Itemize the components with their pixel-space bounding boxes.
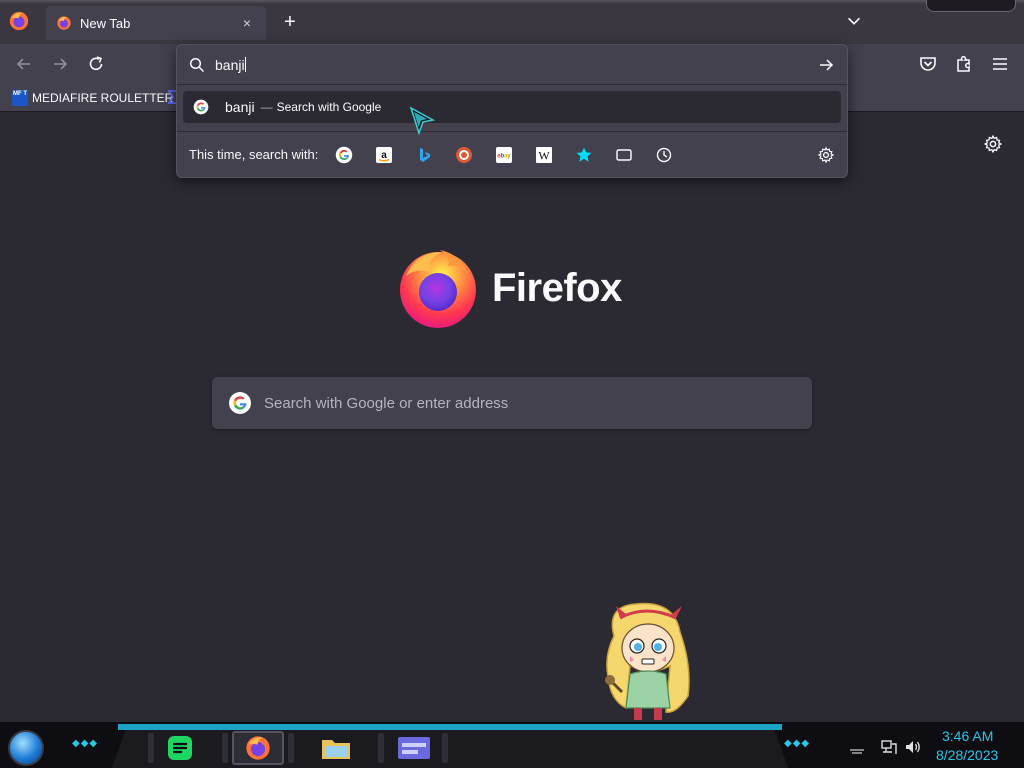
tab-strip: New Tab × + (0, 0, 1024, 44)
urlbar-dropdown: banji banji — Search with Google This ti… (176, 44, 848, 178)
page-settings-gear-icon[interactable] (983, 134, 1003, 154)
wikipedia-icon: W (536, 146, 553, 163)
clock-time[interactable]: 3:46 AM (942, 728, 993, 744)
tab-close-icon[interactable]: × (238, 14, 256, 32)
engine-wikipedia-button[interactable]: W (532, 143, 556, 167)
window-decoration (926, 0, 1016, 12)
taskbar-accent-strip (118, 724, 782, 730)
amazon-icon: a (376, 146, 393, 163)
one-off-search-row: This time, search with: a e b a y W (177, 131, 847, 177)
tabs-icon (616, 148, 633, 161)
mouse-cursor-icon (409, 106, 436, 136)
engine-bookmarks-button[interactable] (572, 143, 596, 167)
urlbar-input[interactable]: banji (177, 45, 847, 85)
bing-icon (420, 147, 431, 162)
tab-title: New Tab (80, 15, 131, 31)
chevron-decoration-icon: ◆◆◆ (72, 738, 99, 749)
svg-text:a: a (382, 150, 388, 161)
chevron-down-icon[interactable] (845, 12, 863, 30)
urlbar-text[interactable]: banji (215, 56, 817, 73)
search-icon (189, 57, 205, 72)
window-manager-icon (398, 737, 430, 759)
engine-duckduckgo-button[interactable] (452, 143, 476, 167)
notes-app-icon (168, 736, 192, 760)
tab-new-tab[interactable]: New Tab × (46, 6, 266, 40)
hamburger-menu-icon[interactable] (990, 54, 1010, 74)
engine-history-button[interactable] (652, 143, 676, 167)
taskbar-separator (288, 733, 294, 763)
google-icon (336, 146, 353, 163)
taskbar-notes-app[interactable] (154, 731, 206, 765)
volume-icon[interactable] (904, 738, 922, 756)
google-g-icon (193, 99, 209, 115)
puzzle-icon[interactable] (954, 54, 974, 74)
suggestion-search-google[interactable]: banji — Search with Google (183, 91, 841, 123)
google-g-icon (229, 392, 251, 414)
start-button[interactable] (8, 730, 44, 766)
engine-tabs-button[interactable] (612, 143, 636, 167)
newtab-search-box[interactable]: Search with Google or enter address (212, 377, 812, 429)
search-placeholder: Search with Google or enter address (264, 394, 509, 412)
bookmark-mediafire-rouletter[interactable]: MF T MEDIAFIRE ROULETTER (12, 90, 173, 106)
clock-date[interactable]: 8/28/2023 (936, 747, 998, 763)
history-clock-icon (657, 147, 672, 162)
star-icon (576, 147, 592, 162)
engine-ebay-button[interactable]: e b a y (492, 143, 516, 167)
mediafire-badge-icon: MF T (12, 90, 28, 106)
suggestion-separator: — (260, 100, 273, 114)
firefox-app-icon (246, 736, 270, 760)
firefox-logo-icon (400, 250, 476, 328)
firefox-wordmark: Firefox (492, 265, 622, 310)
duckduckgo-icon (456, 146, 473, 163)
ebay-icon: e b a y (496, 146, 513, 163)
network-icon[interactable] (880, 738, 898, 756)
taskbar-separator (442, 733, 448, 763)
bookmark-label: MEDIAFIRE ROULETTER (32, 91, 174, 105)
new-tab-button[interactable]: + (280, 12, 300, 32)
engine-bing-button[interactable] (412, 143, 436, 167)
forward-arrow-icon[interactable] (50, 54, 70, 74)
back-arrow-icon[interactable] (14, 54, 34, 74)
reload-icon[interactable] (86, 54, 106, 74)
chevron-decoration-icon: ◆◆◆ (784, 738, 811, 749)
suggestion-term: banji (225, 99, 255, 115)
taskbar-firefox-app[interactable] (232, 731, 284, 765)
firefox-menu-icon[interactable] (8, 10, 30, 32)
svg-text:W: W (539, 148, 551, 162)
engine-google-button[interactable] (332, 143, 356, 167)
firefox-favicon-icon (57, 16, 71, 30)
show-hidden-icons-icon[interactable] (848, 738, 866, 756)
text-caret (244, 56, 246, 72)
one-off-label: This time, search with: (189, 147, 319, 162)
suggestion-action: Search with Google (276, 100, 382, 114)
folder-icon (322, 740, 350, 759)
taskbar-center (112, 730, 788, 768)
taskbar-separator (222, 733, 228, 763)
taskbar-file-explorer-app[interactable] (310, 731, 362, 765)
taskbar-window-manager-app[interactable] (388, 731, 440, 765)
engine-amazon-button[interactable]: a (372, 143, 396, 167)
search-settings-gear-icon[interactable] (817, 146, 835, 164)
firefox-logo: Firefox (396, 246, 622, 330)
cartoon-character-icon (605, 602, 690, 720)
go-arrow-icon[interactable] (817, 56, 835, 74)
pocket-icon[interactable] (918, 54, 938, 74)
taskbar-separator (378, 733, 384, 763)
